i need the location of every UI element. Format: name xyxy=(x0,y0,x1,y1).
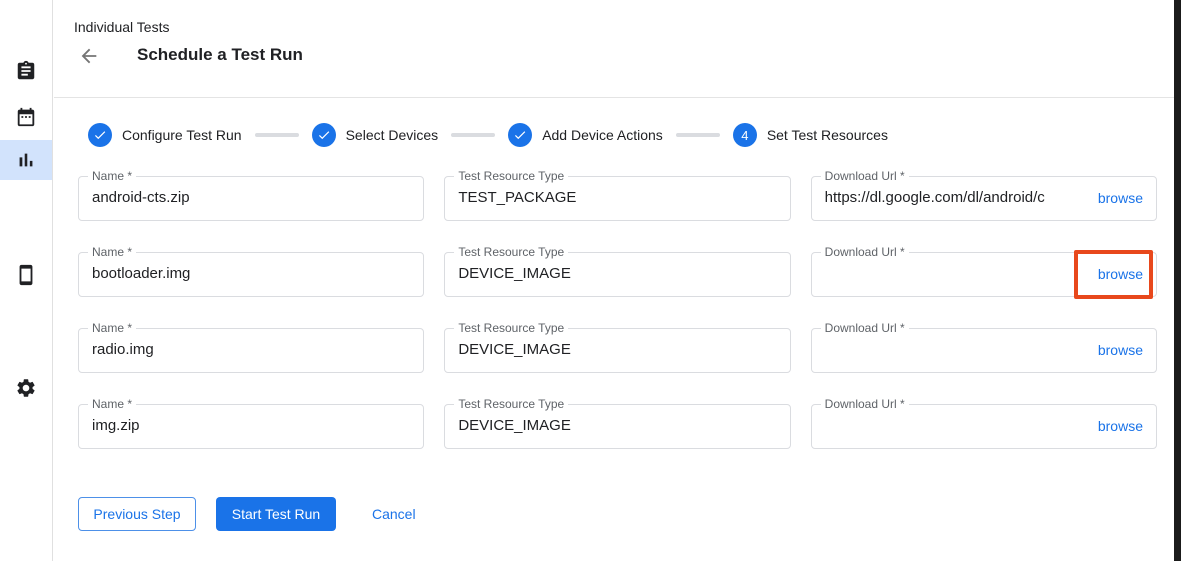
browse-link[interactable]: browse xyxy=(1098,190,1143,206)
cancel-button[interactable]: Cancel xyxy=(372,497,416,531)
resource-type-field[interactable]: Test Resource Type DEVICE_IMAGE xyxy=(444,252,790,297)
sidebar xyxy=(0,0,53,561)
name-value: android-cts.zip xyxy=(92,189,413,206)
name-field[interactable]: Name * img.zip xyxy=(78,404,424,449)
name-value: radio.img xyxy=(92,341,413,358)
start-test-run-button[interactable]: Start Test Run xyxy=(216,497,336,531)
app-window: Individual Tests Schedule a Test Run Con… xyxy=(0,0,1181,561)
name-field[interactable]: Name * radio.img xyxy=(78,328,424,373)
breadcrumb: Individual Tests xyxy=(74,19,169,35)
step-done-circle xyxy=(88,123,112,147)
download-url-field[interactable]: Download Url * https://dl.google.com/dl/… xyxy=(811,176,1157,221)
download-url-value: https://dl.google.com/dl/android/c xyxy=(825,189,1080,206)
step-configure-test-run[interactable]: Configure Test Run xyxy=(88,123,242,147)
field-label: Test Resource Type xyxy=(454,321,568,335)
download-url-field[interactable]: Download Url * browse xyxy=(811,252,1157,297)
browse-link[interactable]: browse xyxy=(1098,266,1143,282)
back-button[interactable] xyxy=(78,45,100,67)
smartphone-icon xyxy=(15,264,37,286)
sidebar-item-devices[interactable] xyxy=(0,255,52,295)
arrow-back-icon xyxy=(78,45,100,67)
resource-type-value: DEVICE_IMAGE xyxy=(458,265,779,282)
previous-step-button[interactable]: Previous Step xyxy=(78,497,196,531)
test-resources-form: Name * android-cts.zip Test Resource Typ… xyxy=(78,176,1157,449)
header-divider xyxy=(54,97,1174,98)
field-label: Name * xyxy=(88,245,136,259)
download-url-field[interactable]: Download Url * browse xyxy=(811,328,1157,373)
resource-type-value: DEVICE_IMAGE xyxy=(458,417,779,434)
browse-link[interactable]: browse xyxy=(1098,418,1143,434)
check-icon xyxy=(317,128,331,142)
resource-type-value: DEVICE_IMAGE xyxy=(458,341,779,358)
field-label: Download Url * xyxy=(821,169,909,183)
stepper: Configure Test Run Select Devices Add De… xyxy=(88,123,888,147)
step-label: Configure Test Run xyxy=(122,127,242,143)
browse-link[interactable]: browse xyxy=(1098,342,1143,358)
resource-type-field[interactable]: Test Resource Type TEST_PACKAGE xyxy=(444,176,790,221)
step-connector xyxy=(255,133,299,137)
step-add-device-actions[interactable]: Add Device Actions xyxy=(508,123,663,147)
field-label: Test Resource Type xyxy=(454,397,568,411)
sidebar-item-test-plans[interactable] xyxy=(0,97,52,137)
step-select-devices[interactable]: Select Devices xyxy=(312,123,439,147)
bar-chart-icon xyxy=(15,149,37,171)
step-number-circle: 4 xyxy=(733,123,757,147)
resource-type-value: TEST_PACKAGE xyxy=(458,189,779,206)
step-label: Select Devices xyxy=(346,127,439,143)
field-label: Download Url * xyxy=(821,321,909,335)
assignment-icon xyxy=(15,60,37,82)
field-label: Test Resource Type xyxy=(454,245,568,259)
step-done-circle xyxy=(508,123,532,147)
step-set-test-resources[interactable]: 4 Set Test Resources xyxy=(733,123,888,147)
check-icon xyxy=(513,128,527,142)
step-label: Set Test Resources xyxy=(767,127,888,143)
settings-gear-icon xyxy=(15,377,37,399)
field-label: Download Url * xyxy=(821,245,909,259)
sidebar-item-settings[interactable] xyxy=(0,368,52,408)
step-done-circle xyxy=(312,123,336,147)
step-connector xyxy=(451,133,495,137)
sidebar-item-tests[interactable] xyxy=(0,51,52,91)
check-icon xyxy=(93,128,107,142)
name-value: bootloader.img xyxy=(92,265,413,282)
field-label: Test Resource Type xyxy=(454,169,568,183)
field-label: Name * xyxy=(88,169,136,183)
calendar-icon xyxy=(15,106,37,128)
resource-type-field[interactable]: Test Resource Type DEVICE_IMAGE xyxy=(444,328,790,373)
field-label: Download Url * xyxy=(821,397,909,411)
resource-type-field[interactable]: Test Resource Type DEVICE_IMAGE xyxy=(444,404,790,449)
step-number: 4 xyxy=(741,128,748,143)
download-url-field[interactable]: Download Url * browse xyxy=(811,404,1157,449)
name-field[interactable]: Name * bootloader.img xyxy=(78,252,424,297)
field-label: Name * xyxy=(88,397,136,411)
form-actions: Previous Step Start Test Run Cancel xyxy=(78,497,416,531)
name-value: img.zip xyxy=(92,417,413,434)
page-title: Schedule a Test Run xyxy=(137,45,303,65)
name-field[interactable]: Name * android-cts.zip xyxy=(78,176,424,221)
step-label: Add Device Actions xyxy=(542,127,663,143)
step-connector xyxy=(676,133,720,137)
window-right-edge-bar xyxy=(1174,0,1181,561)
field-label: Name * xyxy=(88,321,136,335)
sidebar-item-test-runs[interactable] xyxy=(0,140,52,180)
